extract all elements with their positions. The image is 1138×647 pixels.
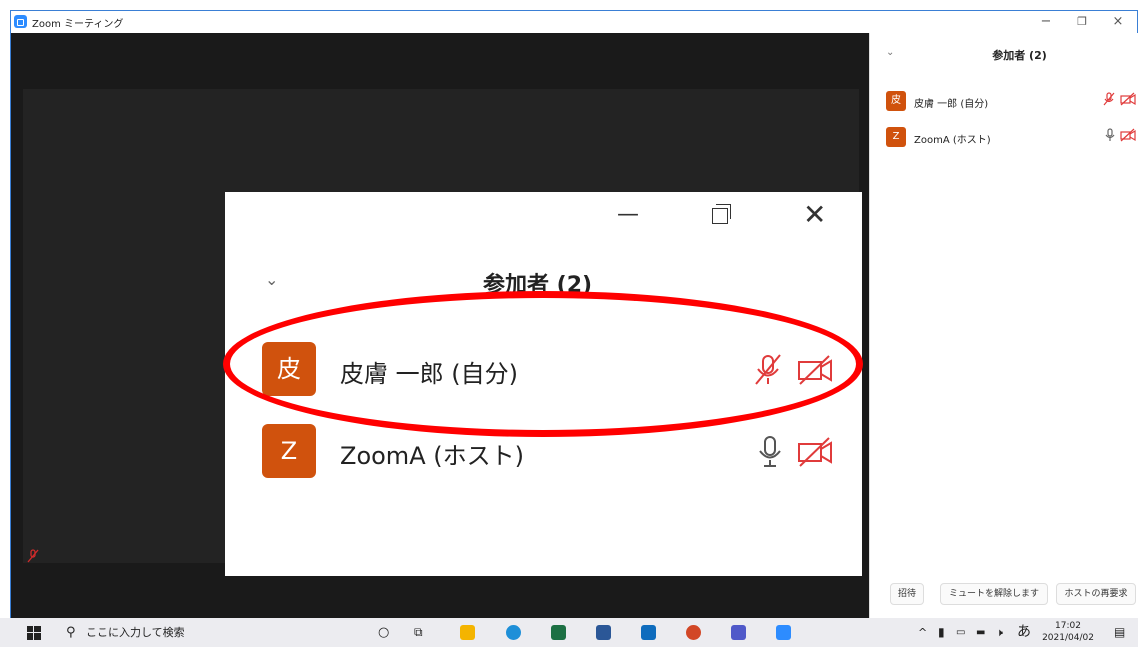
mic-on-icon[interactable] [1104, 128, 1116, 142]
unmute-button[interactable]: ミュートを解除します [940, 583, 1048, 605]
search-icon[interactable]: ⚲ [66, 618, 76, 647]
excel-icon[interactable] [551, 625, 566, 640]
mic-off-icon [27, 549, 39, 563]
taskbar-search[interactable]: ここに入力して検索 [86, 618, 185, 647]
panel-footer: 招待 ミュートを解除します ホストの再要求 [870, 583, 1138, 607]
zoomed-minimize-icon: — [617, 202, 639, 227]
cortana-icon[interactable]: ○ [378, 618, 389, 647]
video-off-icon [798, 437, 832, 467]
teams-icon[interactable] [731, 625, 746, 640]
participant-name: 皮膚 一郎 (自分) [914, 99, 989, 110]
title-bar: Zoom ミーティング − ❐ × [11, 11, 1137, 33]
participant-row[interactable]: 皮 皮膚 一郎 (自分) [886, 91, 1136, 113]
participant-row[interactable]: Z ZoomA (ホスト) [886, 127, 1136, 149]
video-off-icon[interactable] [1120, 92, 1136, 106]
tray-volume-icon[interactable]: 🕨 [996, 618, 1003, 647]
clock-time: 17:02 [1055, 621, 1081, 631]
outlook-icon[interactable] [641, 625, 656, 640]
zoom-icon[interactable] [776, 625, 791, 640]
tray-device-icon[interactable]: ▮ [938, 618, 945, 647]
clock[interactable]: 17:02 2021/04/02 [1040, 620, 1096, 644]
windows-start-icon[interactable] [27, 626, 41, 640]
minimize-button[interactable]: − [1031, 13, 1061, 31]
zoom-logo-icon [14, 15, 27, 28]
taskbar: ⚲ ここに入力して検索 ○ ⧉ ^ ▮ ▭ ▬ 🕨 あ 17:02 2021/0… [0, 618, 1138, 647]
participants-panel: ⌄ 参加者 (2) 皮 皮膚 一郎 (自分) Z ZoomA (ホスト) 招待 … [869, 33, 1138, 619]
reclaim-host-button[interactable]: ホストの再要求 [1056, 583, 1136, 605]
ime-indicator[interactable]: あ [1017, 618, 1031, 647]
mic-muted-icon[interactable] [1102, 92, 1116, 106]
invite-button[interactable]: 招待 [890, 583, 924, 605]
file-explorer-icon[interactable] [460, 625, 475, 640]
screen: Zoom ミーティング − ❐ × ⌄ 参加者 (2) 皮 皮膚 一郎 (自分) [0, 0, 1138, 647]
tray-battery-icon[interactable]: ▬ [976, 618, 985, 647]
avatar: 皮 [886, 91, 906, 111]
highlight-ellipse [223, 291, 863, 437]
mic-on-icon [759, 436, 781, 467]
tray-chevron-icon[interactable]: ^ [918, 618, 927, 647]
avatar: Z [886, 127, 906, 147]
video-off-icon[interactable] [1120, 128, 1136, 142]
window-title: Zoom ミーティング [32, 19, 124, 30]
panel-title: 参加者 (2) [992, 49, 1047, 62]
participant-name: ZoomA (ホスト) [340, 442, 524, 470]
tray-network-icon[interactable]: ▭ [956, 618, 965, 647]
zoomed-restore-icon [709, 202, 731, 224]
avatar: Z [262, 424, 316, 478]
participant-name: ZoomA (ホスト) [914, 135, 991, 146]
clock-date: 2021/04/02 [1042, 633, 1094, 643]
zoomed-chevron-icon: ⌄ [265, 270, 279, 289]
word-icon[interactable] [596, 625, 611, 640]
zoomed-close-icon: ✕ [803, 198, 827, 231]
taskview-icon[interactable]: ⧉ [414, 618, 423, 647]
notification-icon[interactable]: ▤ [1114, 618, 1125, 647]
close-button[interactable]: × [1103, 13, 1133, 31]
powerpoint-icon[interactable] [686, 625, 701, 640]
restore-button[interactable]: ❐ [1067, 13, 1097, 31]
edge-icon[interactable] [506, 625, 521, 640]
